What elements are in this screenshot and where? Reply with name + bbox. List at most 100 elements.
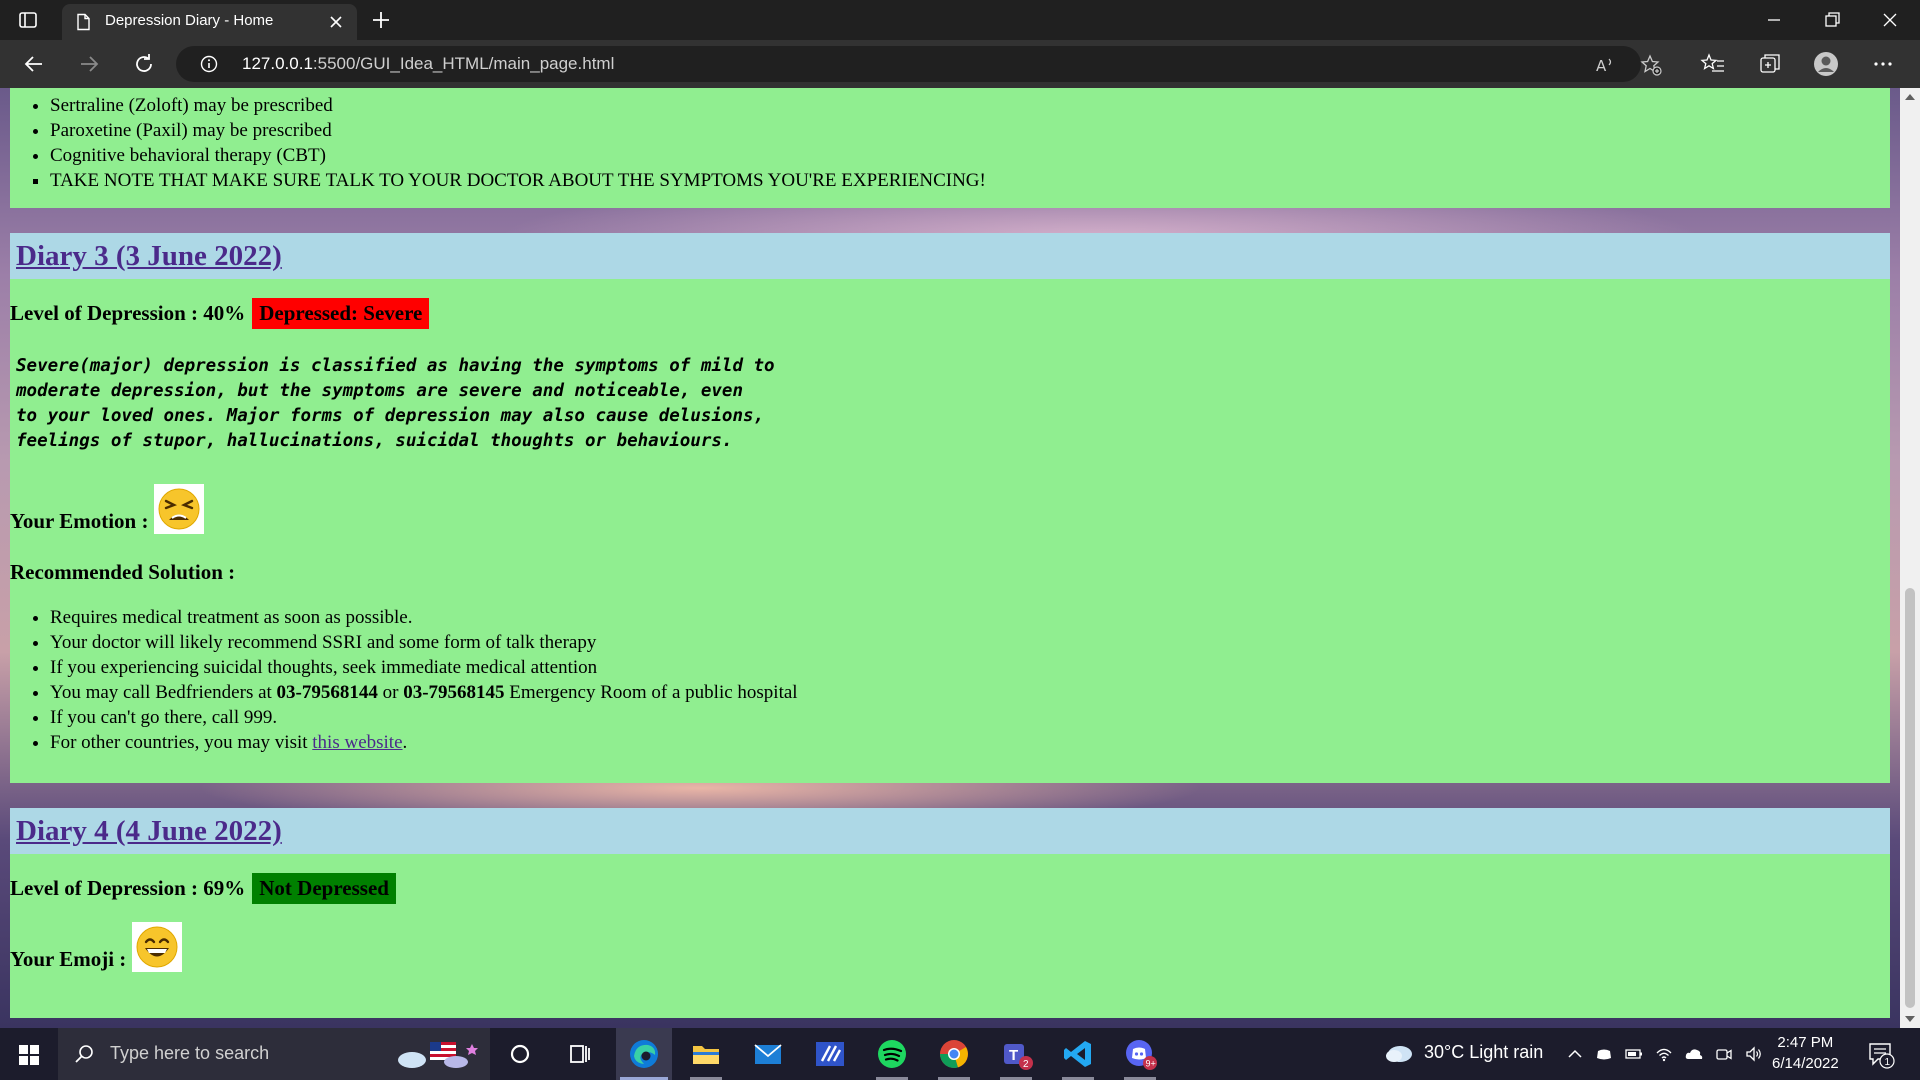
page-viewport: Sertraline (Zoloft) may be prescribed Pa… bbox=[0, 88, 1900, 1028]
cortana-icon[interactable] bbox=[502, 1036, 538, 1072]
diary-2-panel: Sertraline (Zoloft) may be prescribed Pa… bbox=[10, 88, 1890, 208]
list-item: TAKE NOTE THAT MAKE SURE TALK TO YOUR DO… bbox=[50, 168, 1890, 193]
spotify-icon[interactable] bbox=[874, 1036, 910, 1072]
windows-taskbar: Type here to search T 2 9+ 30°C Light ra… bbox=[0, 1028, 1920, 1080]
status-badge: Depressed: Severe bbox=[252, 298, 430, 329]
vertical-scrollbar[interactable] bbox=[1900, 88, 1920, 1028]
search-placeholder: Type here to search bbox=[110, 1043, 270, 1063]
scroll-thumb[interactable] bbox=[1905, 588, 1915, 1008]
chevron-up-icon[interactable] bbox=[1566, 1045, 1584, 1063]
flag-day-icon bbox=[398, 1042, 478, 1068]
scroll-down-arrow-icon[interactable] bbox=[1905, 1016, 1915, 1022]
list-item: Cognitive behavioral therapy (CBT) bbox=[50, 143, 1890, 168]
website-link[interactable]: this website bbox=[312, 732, 402, 753]
discord-icon[interactable]: 9+ bbox=[1122, 1036, 1158, 1072]
grinning-face-emoji-icon bbox=[132, 922, 183, 972]
list-item: Sertraline (Zoloft) may be prescribed bbox=[50, 93, 1890, 118]
weather-text[interactable]: 30°C Light rain bbox=[1424, 1042, 1543, 1063]
emotion-label: Your Emotion : bbox=[10, 509, 149, 533]
visit-suffix: . bbox=[402, 732, 408, 753]
diary-4-header: Diary 4 (4 June 2022) bbox=[10, 808, 1890, 854]
description-line: feelings of stupor, hallucinations, suic… bbox=[16, 431, 733, 451]
tired-face-emoji-icon bbox=[154, 484, 205, 534]
list-item: Paroxetine (Paxil) may be prescribed bbox=[50, 118, 1890, 143]
level-of-depression-label: Level of Depression : 40% bbox=[10, 301, 246, 325]
vscode-icon[interactable] bbox=[1060, 1036, 1096, 1072]
more-options-icon[interactable] bbox=[1870, 51, 1896, 77]
new-tab-icon[interactable] bbox=[370, 9, 392, 31]
phone-number: 03-79568144 bbox=[276, 682, 378, 703]
address-toolbar: 127.0.0.1:5500/GUI_Idea_HTML/main_page.h… bbox=[0, 40, 1920, 88]
minimize-icon[interactable] bbox=[1762, 8, 1786, 32]
call-prefix: You may call Bedfrienders at bbox=[50, 682, 277, 703]
discord-tray-icon[interactable] bbox=[1595, 1045, 1613, 1063]
task-view-icon[interactable] bbox=[562, 1036, 598, 1072]
add-favorite-icon[interactable] bbox=[1640, 54, 1662, 76]
url-field[interactable]: 127.0.0.1:5500/GUI_Idea_HTML/main_page.h… bbox=[176, 46, 1662, 82]
description-line: Severe(major) depression is classified a… bbox=[16, 356, 775, 376]
discord-badge: 9+ bbox=[1146, 1059, 1156, 1069]
close-window-icon[interactable] bbox=[1878, 8, 1902, 32]
wifi-icon[interactable] bbox=[1655, 1045, 1673, 1063]
forward-arrow-icon[interactable] bbox=[77, 52, 101, 76]
diary-4-emoji-line: Your Emoji : bbox=[10, 922, 1890, 972]
read-aloud-icon[interactable]: A bbox=[1594, 54, 1616, 76]
svg-text:A: A bbox=[1596, 57, 1607, 75]
collections-icon[interactable] bbox=[1757, 51, 1783, 77]
teams-icon[interactable]: T 2 bbox=[998, 1036, 1034, 1072]
description-line: to your loved ones. Major forms of depre… bbox=[16, 406, 765, 426]
diary-3-description: Severe(major) depression is classified a… bbox=[10, 354, 1890, 454]
notification-center-icon[interactable]: 1 bbox=[1866, 1040, 1896, 1070]
list-item: Requires medical treatment as soon as po… bbox=[50, 605, 1890, 630]
cloud-rain-icon[interactable] bbox=[1384, 1043, 1414, 1065]
clock-time: 2:47 PM bbox=[1777, 1034, 1834, 1051]
meet-now-icon[interactable] bbox=[1715, 1045, 1733, 1063]
diary-3-emotion-line: Your Emotion : bbox=[10, 484, 1890, 534]
mail-icon[interactable] bbox=[750, 1036, 786, 1072]
battery-icon[interactable] bbox=[1625, 1045, 1643, 1063]
profile-avatar-icon[interactable] bbox=[1813, 51, 1839, 77]
level-of-depression-label: Level of Depression : 69% bbox=[10, 876, 246, 900]
volume-icon[interactable] bbox=[1745, 1045, 1763, 1063]
browser-tab[interactable]: Depression Diary - Home bbox=[62, 4, 357, 40]
diary-3-level-line: Level of Depression : 40% Depressed: Sev… bbox=[10, 298, 1890, 329]
tab-actions-icon[interactable] bbox=[18, 10, 38, 30]
list-item: If you experiencing suicidal thoughts, s… bbox=[50, 655, 1890, 680]
taskbar-search-box[interactable]: Type here to search bbox=[58, 1028, 490, 1080]
grinning-face-icon bbox=[136, 926, 178, 968]
notification-count: 1 bbox=[1885, 1057, 1891, 1068]
document-icon bbox=[77, 13, 90, 31]
system-clock[interactable]: 2:47 PM 6/14/2022 bbox=[1772, 1032, 1839, 1074]
diary-3-title-link[interactable]: Diary 3 (3 June 2022) bbox=[16, 240, 282, 272]
diary-3-solution-list: Requires medical treatment as soon as po… bbox=[10, 605, 1890, 755]
back-arrow-icon[interactable] bbox=[22, 52, 46, 76]
visit-prefix: For other countries, you may visit bbox=[50, 732, 313, 753]
favorites-icon[interactable] bbox=[1700, 51, 1726, 77]
refresh-icon[interactable] bbox=[132, 52, 156, 76]
search-icon bbox=[75, 1045, 93, 1063]
close-tab-icon[interactable] bbox=[328, 14, 344, 30]
list-item: You may call Bedfrienders at 03-79568144… bbox=[50, 680, 1890, 705]
diary-3-header: Diary 3 (3 June 2022) bbox=[10, 233, 1890, 279]
url-text: 127.0.0.1:5500/GUI_Idea_HTML/main_page.h… bbox=[242, 54, 614, 74]
restore-icon[interactable] bbox=[1820, 8, 1844, 32]
diary-4-title-link[interactable]: Diary 4 (4 June 2022) bbox=[16, 815, 282, 847]
chrome-icon[interactable] bbox=[936, 1036, 972, 1072]
diary-2-solution-list: Sertraline (Zoloft) may be prescribed Pa… bbox=[10, 88, 1890, 193]
emoji-label: Your Emoji : bbox=[10, 947, 127, 971]
phone-number: 03-79568145 bbox=[403, 682, 505, 703]
list-item: If you can't go there, call 999. bbox=[50, 705, 1890, 730]
powerapps-icon[interactable] bbox=[812, 1036, 848, 1072]
recommended-solution-label: Recommended Solution : bbox=[10, 560, 236, 584]
description-line: moderate depression, but the symptoms ar… bbox=[16, 381, 743, 401]
windows-start-icon[interactable] bbox=[18, 1044, 40, 1066]
file-explorer-icon[interactable] bbox=[688, 1036, 724, 1072]
list-item: For other countries, you may visit this … bbox=[50, 730, 1890, 755]
diary-4-panel: Diary 4 (4 June 2022) Level of Depressio… bbox=[10, 808, 1890, 1018]
onedrive-icon[interactable] bbox=[1685, 1045, 1703, 1063]
call-or: or bbox=[377, 682, 404, 703]
scroll-up-arrow-icon[interactable] bbox=[1905, 94, 1915, 100]
svg-text:T: T bbox=[1009, 1047, 1018, 1064]
edge-browser-icon[interactable] bbox=[626, 1036, 662, 1072]
site-info-icon[interactable] bbox=[200, 55, 218, 73]
